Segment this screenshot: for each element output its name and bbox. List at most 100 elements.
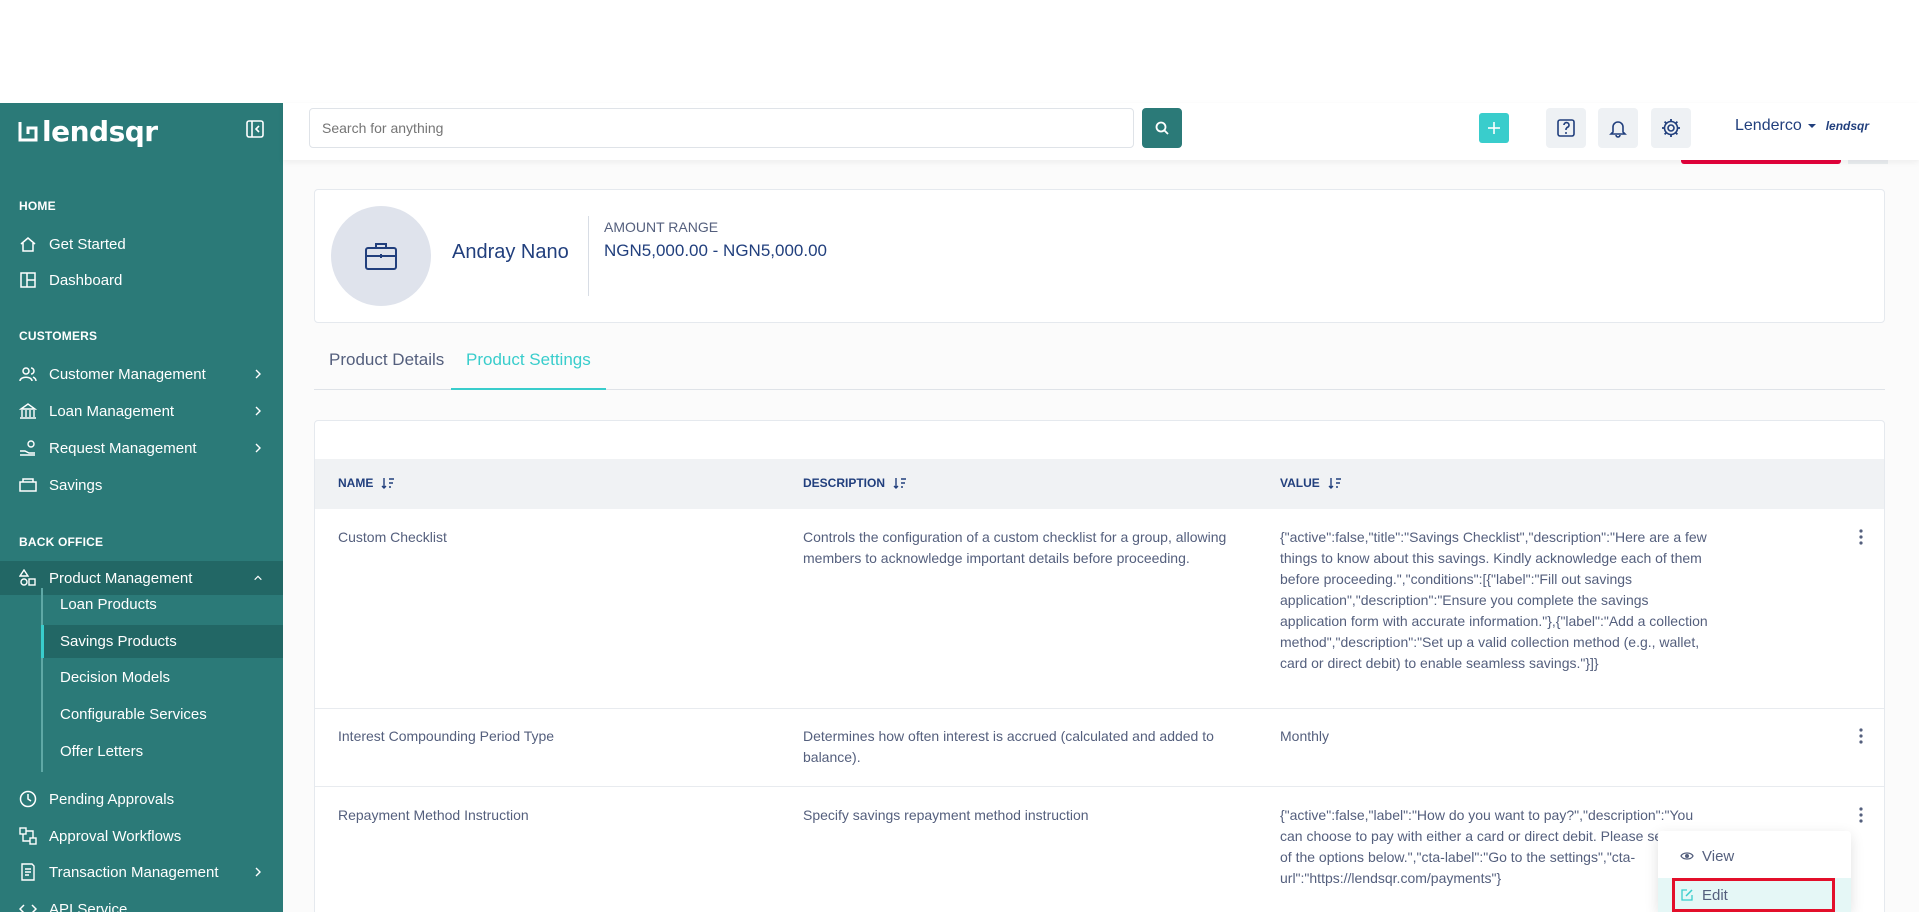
sidebar-subitem-savings-products[interactable]: Savings Products bbox=[41, 625, 283, 658]
section-back-office-label: BACK OFFICE bbox=[19, 535, 104, 549]
search-button[interactable] bbox=[1142, 108, 1182, 148]
sort-icon[interactable] bbox=[1328, 476, 1342, 490]
sidebar-item-request-management[interactable]: Request Management bbox=[0, 431, 283, 465]
row-actions-button[interactable] bbox=[1851, 527, 1871, 547]
chevron-right-icon bbox=[255, 443, 261, 453]
briefcase-icon bbox=[365, 243, 397, 270]
edit-label: Edit bbox=[1702, 886, 1728, 904]
users-icon bbox=[19, 367, 37, 382]
sidebar-item-label: API Service bbox=[49, 900, 128, 912]
workflow-icon bbox=[19, 827, 37, 845]
table-row: Custom Checklist Controls the configurat… bbox=[315, 509, 1884, 709]
tab-product-details[interactable]: Product Details bbox=[314, 350, 459, 390]
row-value: {"active":false,"title":"Savings Checkli… bbox=[1280, 529, 1708, 671]
sidebar-item-label: Get Started bbox=[49, 235, 126, 253]
help-icon bbox=[1557, 119, 1575, 137]
sidebar-item-dashboard[interactable]: Dashboard bbox=[0, 263, 283, 297]
kebab-menu-icon bbox=[1859, 529, 1863, 545]
blank-top-area bbox=[0, 0, 1919, 103]
main-content: Andray Nano AMOUNT RANGE NGN5,000.00 - N… bbox=[283, 160, 1919, 912]
sidebar-item-pending-approvals[interactable]: Pending Approvals bbox=[0, 782, 283, 816]
section-customers-label: CUSTOMERS bbox=[19, 329, 98, 343]
table-row: Interest Compounding Period Type Determi… bbox=[315, 709, 1884, 787]
sidebar-subitem-configurable-services[interactable]: Configurable Services bbox=[43, 698, 283, 731]
sidebar-item-label: Loan Management bbox=[49, 402, 175, 420]
gear-icon bbox=[1662, 119, 1680, 137]
sidebar: lendsqr HOME Get Started Dashboard CUSTO… bbox=[0, 103, 283, 912]
row-description: Controls the configuration of a custom c… bbox=[803, 529, 1227, 566]
org-logo: lendsqr bbox=[1825, 119, 1870, 133]
tab-product-settings[interactable]: Product Settings bbox=[451, 350, 606, 390]
settings-table: NAME DESCRIPTION VALUE Custom Checklist … bbox=[314, 420, 1885, 912]
savings-icon bbox=[19, 478, 37, 492]
top-header: Lenderco lendsqr bbox=[283, 103, 1919, 160]
product-summary-card: Andray Nano AMOUNT RANGE NGN5,000.00 - N… bbox=[314, 189, 1885, 323]
product-icon bbox=[19, 569, 36, 586]
sidebar-item-label: Pending Approvals bbox=[49, 790, 175, 808]
request-icon bbox=[20, 440, 35, 456]
chevron-right-icon bbox=[255, 406, 261, 416]
chevron-right-icon bbox=[255, 369, 261, 379]
collapse-sidebar-icon[interactable] bbox=[245, 119, 265, 139]
sidebar-item-approval-workflows[interactable]: Approval Workflows bbox=[0, 819, 283, 853]
view-menu-item[interactable]: View bbox=[1658, 839, 1851, 873]
column-header-description: DESCRIPTION bbox=[803, 476, 907, 490]
row-value: {"active":false,"label":"How do you want… bbox=[1280, 807, 1712, 886]
notifications-button[interactable] bbox=[1598, 108, 1638, 148]
sidebar-item-api-service[interactable]: API Service bbox=[0, 892, 283, 912]
home-icon bbox=[20, 237, 36, 252]
caret-down-icon bbox=[1807, 124, 1816, 128]
row-actions-button[interactable] bbox=[1851, 805, 1871, 825]
row-name: Custom Checklist bbox=[338, 529, 447, 545]
sidebar-item-get-started[interactable]: Get Started bbox=[0, 227, 283, 261]
column-value-label: VALUE bbox=[1280, 476, 1320, 490]
sidebar-item-transaction-management[interactable]: Transaction Management bbox=[0, 855, 283, 889]
column-name-label: NAME bbox=[338, 476, 374, 490]
amount-range-value: NGN5,000.00 - NGN5,000.00 bbox=[604, 241, 828, 260]
sidebar-item-label: Savings bbox=[49, 476, 103, 494]
chevron-right-icon bbox=[255, 867, 261, 877]
settings-button[interactable] bbox=[1651, 108, 1691, 148]
avatar bbox=[331, 206, 431, 306]
sidebar-item-loan-management[interactable]: Loan Management bbox=[0, 394, 283, 428]
section-home-label: HOME bbox=[19, 199, 56, 213]
transaction-icon bbox=[21, 863, 35, 881]
row-actions-menu: View Edit bbox=[1658, 831, 1851, 912]
bell-icon bbox=[1609, 121, 1627, 138]
sort-icon[interactable] bbox=[893, 476, 907, 490]
sidebar-item-label: Product Management bbox=[49, 569, 193, 587]
user-menu[interactable]: Lenderco lendsqr bbox=[1735, 117, 1869, 135]
row-name: Repayment Method Instruction bbox=[338, 807, 529, 823]
add-button[interactable] bbox=[1479, 113, 1509, 143]
row-actions-button[interactable] bbox=[1851, 726, 1871, 746]
sidebar-subitem-offer-letters[interactable]: Offer Letters bbox=[43, 735, 283, 768]
clock-icon bbox=[19, 790, 37, 808]
brand-logo[interactable]: lendsqr bbox=[18, 115, 158, 148]
edit-menu-item[interactable]: Edit bbox=[1658, 878, 1851, 912]
sidebar-item-label: Dashboard bbox=[49, 271, 123, 289]
kebab-menu-icon bbox=[1859, 728, 1863, 744]
column-header-value: VALUE bbox=[1280, 476, 1342, 490]
chevron-up-icon bbox=[254, 575, 262, 581]
grey-button-edge bbox=[1848, 160, 1888, 164]
edit-icon bbox=[1681, 889, 1693, 901]
row-description: Determines how often interest is accrued… bbox=[803, 728, 1214, 765]
search-input[interactable] bbox=[309, 108, 1134, 148]
help-button[interactable] bbox=[1546, 108, 1586, 148]
lendsqr-logo-icon bbox=[18, 121, 38, 141]
column-description-label: DESCRIPTION bbox=[803, 476, 886, 490]
sidebar-item-savings[interactable]: Savings bbox=[0, 468, 283, 502]
row-value: Monthly bbox=[1280, 728, 1330, 744]
sort-icon[interactable] bbox=[381, 476, 395, 490]
sidebar-subitem-decision-models[interactable]: Decision Models bbox=[43, 661, 283, 694]
sidebar-item-label: Customer Management bbox=[49, 365, 206, 383]
sidebar-item-label: Approval Workflows bbox=[49, 827, 182, 845]
sidebar-subitem-loan-products[interactable]: Loan Products bbox=[43, 588, 283, 621]
kebab-menu-icon bbox=[1859, 807, 1863, 823]
product-management-submenu: Loan Products Savings Products Decision … bbox=[41, 588, 283, 772]
amount-range-label: AMOUNT RANGE bbox=[604, 219, 719, 235]
loan-icon bbox=[19, 403, 37, 419]
search-icon bbox=[1155, 121, 1169, 135]
sidebar-item-customer-management[interactable]: Customer Management bbox=[0, 357, 283, 391]
table-row: Repayment Method Instruction Specify sav… bbox=[315, 787, 1884, 912]
